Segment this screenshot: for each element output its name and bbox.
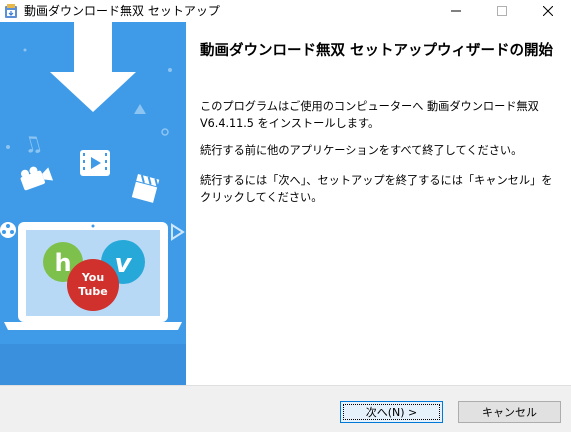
next-button-label: 次へ(N) > xyxy=(341,402,442,422)
youtube-logo: You Tube xyxy=(67,259,119,311)
intro-text: このプログラムはご使用のコンピューターへ 動画ダウンロード無双 V6.4.11.… xyxy=(200,100,539,130)
instructions-text: 続行するには「次へ」、セットアップを終了するには「キャンセル」をクリックしてくだ… xyxy=(200,174,553,204)
wizard-content: 動画ダウンロード無双 セットアップウィザードの開始 このプログラムはご使用のコン… xyxy=(186,22,571,385)
window-title: 動画ダウンロード無双 セットアップ xyxy=(24,4,220,18)
download-arrow-icon xyxy=(50,22,136,112)
film-reel-icon xyxy=(0,222,16,238)
minimize-icon xyxy=(451,10,461,12)
close-apps-text: 続行する前に他のアプリケーションをすべて終了してください。 xyxy=(200,144,523,157)
cancel-button[interactable]: キャンセル xyxy=(458,401,561,423)
maximize-icon xyxy=(497,6,507,16)
maximize-button[interactable] xyxy=(479,0,525,22)
page-title: 動画ダウンロード無双 セットアップウィザードの開始 xyxy=(200,43,554,59)
wizard-banner: ♫ h v You Tube xyxy=(0,22,186,385)
close-button[interactable] xyxy=(525,0,571,22)
hulu-letter: h xyxy=(54,249,71,277)
title-bar: 動画ダウンロード無双 セットアップ xyxy=(0,0,571,22)
close-icon xyxy=(543,6,553,16)
play-triangle-icon xyxy=(171,223,185,241)
svg-text:♫: ♫ xyxy=(20,131,46,160)
video-camera-icon xyxy=(20,166,54,191)
clapperboard-icon xyxy=(131,174,160,203)
minimize-button[interactable] xyxy=(433,0,479,22)
video-play-icon xyxy=(80,150,110,176)
youtube-line1: You xyxy=(81,271,104,284)
youtube-line2: Tube xyxy=(78,285,107,298)
app-icon xyxy=(5,4,17,18)
banner-illustration: ♫ h v You Tube xyxy=(0,22,186,385)
next-button[interactable]: 次へ(N) > xyxy=(340,401,443,423)
vimeo-letter: v xyxy=(115,249,133,279)
